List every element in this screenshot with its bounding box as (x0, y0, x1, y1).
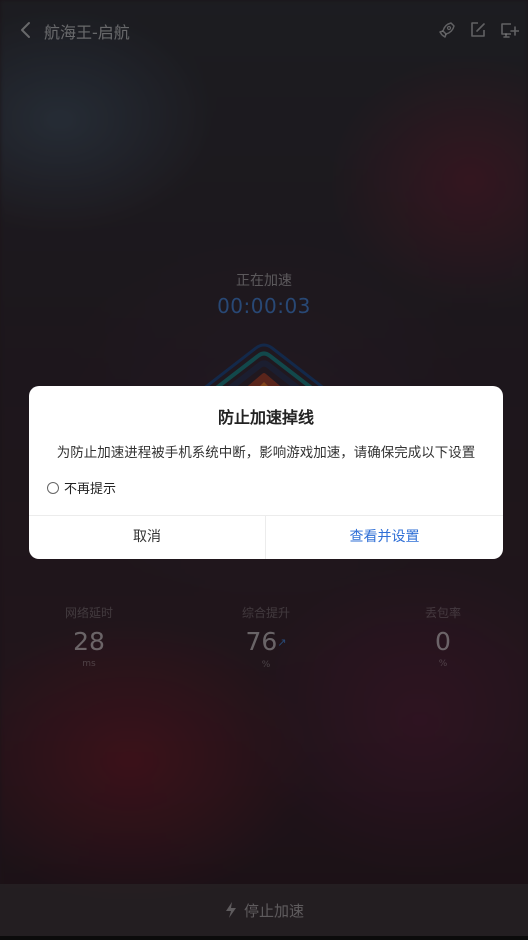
dialog-title: 防止加速掉线 (217, 408, 314, 427)
dont-remind-checkbox[interactable]: 不再提示 (47, 478, 116, 497)
dont-remind-label[interactable]: 不再提示 (64, 478, 116, 497)
cancel-button[interactable]: 取消 (29, 516, 265, 559)
dialog-message: 为防止加速进程被手机系统中断，影响游戏加速，请确保完成以下设置 (56, 445, 476, 461)
view-and-setup-button[interactable]: 查看并设置 (266, 516, 503, 559)
radio-icon[interactable] (47, 481, 59, 494)
keep-alive-dialog: 防止加速掉线 为防止加速进程被手机系统中断，影响游戏加速，请确保完成以下设置 不… (29, 386, 503, 559)
